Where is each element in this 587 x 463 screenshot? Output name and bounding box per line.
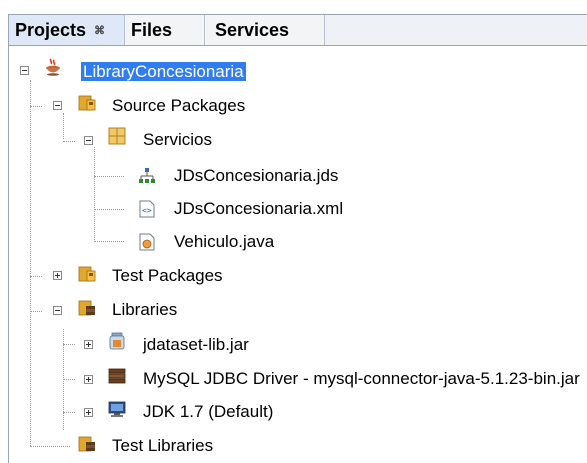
tree-node-library[interactable]: MySQL JDBC Driver - mysql-connector-java… [143, 364, 580, 394]
tree-node-test-libraries[interactable]: Test Libraries [112, 431, 213, 461]
collapse-toggle[interactable] [53, 306, 62, 315]
project-tree[interactable]: LibraryConcesionaria Source Packages Ser… [0, 46, 587, 463]
tree-guide-line [30, 446, 70, 447]
test-packages-label: Test Packages [112, 266, 223, 285]
file-label: JDsConcesionaria.jds [174, 166, 339, 185]
tree-node-file[interactable]: Vehiculo.java [174, 227, 274, 257]
package-icon [108, 127, 126, 145]
tab-files[interactable]: Files [125, 14, 205, 45]
tree-node-libraries[interactable]: Libraries [112, 295, 177, 325]
tree-guide-line [63, 412, 75, 413]
tab-services[interactable]: Services [205, 14, 325, 45]
tree-guide-line [30, 311, 42, 312]
library-folder-icon [78, 436, 95, 452]
java-class-icon [139, 233, 155, 251]
expand-toggle[interactable] [84, 375, 93, 384]
tree-guide-line [94, 209, 124, 210]
jar-icon [109, 332, 125, 350]
library-folder-icon [78, 300, 95, 316]
expand-toggle[interactable] [53, 271, 62, 280]
tree-node-source-packages[interactable]: Source Packages [112, 91, 245, 121]
tree-guide-line [30, 276, 42, 277]
tree-guide-line [63, 379, 75, 380]
collapse-toggle[interactable] [53, 101, 62, 110]
package-folder-icon [78, 266, 96, 282]
tab-projects[interactable]: Projects ⌘ [8, 14, 125, 45]
tree-node-test-packages[interactable]: Test Packages [112, 261, 223, 291]
xml-file-icon: <> [139, 200, 155, 218]
expand-toggle[interactable] [84, 408, 93, 417]
tab-services-label: Services [215, 20, 290, 40]
svg-text:<>: <> [142, 206, 152, 215]
tree-guide-line [63, 141, 75, 142]
test-libraries-label: Test Libraries [112, 436, 214, 455]
tree-node-library[interactable]: JDK 1.7 (Default) [143, 397, 273, 427]
database-driver-icon [108, 368, 126, 384]
collapse-toggle[interactable] [84, 136, 93, 145]
tree-guide-line [94, 241, 124, 242]
tree-guide-line [63, 344, 75, 345]
jds-icon [139, 168, 155, 183]
package-folder-icon [78, 95, 96, 111]
tree-node-servicios[interactable]: Servicios [143, 125, 212, 155]
coffee-cup-icon [46, 58, 60, 76]
source-packages-label: Source Packages [112, 96, 246, 115]
library-label: jdataset-lib.jar [143, 335, 249, 354]
tree-node-file[interactable]: JDsConcesionaria.xml [174, 194, 343, 224]
tab-files-label: Files [131, 20, 173, 40]
library-label: JDK 1.7 (Default) [143, 402, 274, 421]
tab-bar: Projects ⌘ Files Services [0, 0, 587, 46]
tree-guide-line [94, 147, 95, 240]
library-label: MySQL JDBC Driver - mysql-connector-java… [143, 369, 580, 388]
project-label: LibraryConcesionaria [81, 62, 246, 81]
tree-node-project[interactable]: LibraryConcesionaria [81, 57, 246, 87]
close-icon[interactable]: ⌘ [94, 25, 105, 37]
libraries-label: Libraries [112, 300, 178, 319]
tree-guide-line [94, 176, 124, 177]
file-label: Vehiculo.java [174, 232, 275, 251]
tree-node-library[interactable]: jdataset-lib.jar [143, 330, 249, 360]
file-label: JDsConcesionaria.xml [174, 199, 344, 218]
collapse-toggle[interactable] [20, 66, 29, 75]
jdk-monitor-icon [108, 401, 126, 417]
expand-toggle[interactable] [84, 340, 93, 349]
servicios-label: Servicios [143, 130, 212, 149]
tree-node-file[interactable]: JDsConcesionaria.jds [174, 161, 338, 191]
tree-guide-line [30, 106, 42, 107]
tree-guide-line [63, 113, 64, 139]
tree-guide-line [30, 80, 31, 446]
tab-projects-label: Projects [15, 20, 87, 40]
